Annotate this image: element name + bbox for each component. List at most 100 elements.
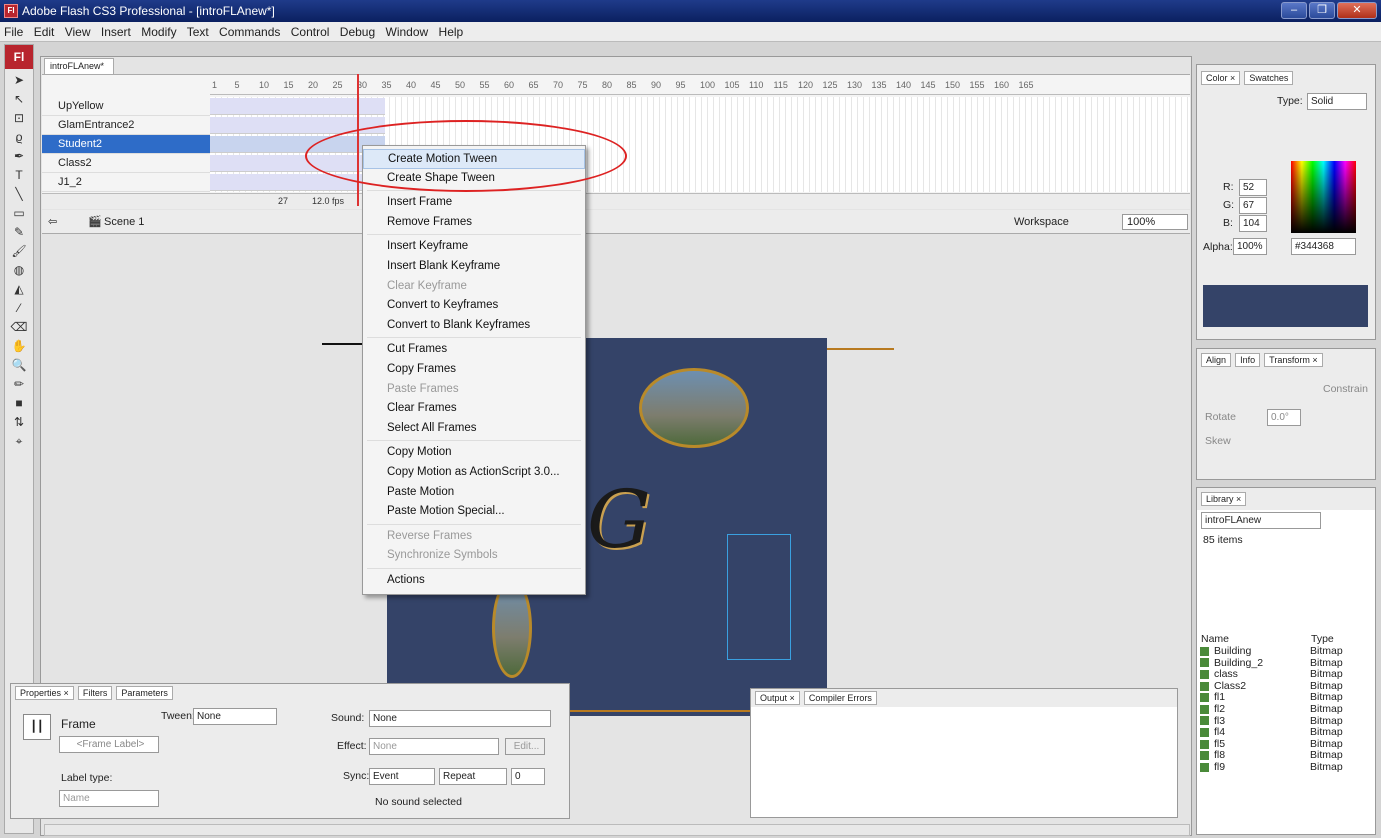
b-input[interactable]: 104 xyxy=(1239,215,1267,232)
alpha-input[interactable]: 100% xyxy=(1233,238,1267,255)
rotate-radio[interactable]: Rotate xyxy=(1205,411,1236,423)
tab-color[interactable]: Color × xyxy=(1201,71,1241,85)
pen-icon[interactable]: ✒ xyxy=(5,147,33,166)
tab-properties[interactable]: Properties × xyxy=(15,686,74,700)
col-type[interactable]: Type xyxy=(1311,633,1334,645)
menu-control[interactable]: Control xyxy=(291,25,330,39)
workspace-menu[interactable]: Workspace xyxy=(1014,210,1069,234)
back-icon[interactable]: ⇦ xyxy=(48,210,57,234)
menu-text[interactable]: Text xyxy=(187,25,209,39)
restore-button[interactable]: ❐ xyxy=(1309,2,1335,19)
context-menu-item[interactable]: Actions xyxy=(363,571,585,591)
subselect-icon[interactable]: ↖ xyxy=(5,90,33,109)
hand-icon[interactable]: ✋ xyxy=(5,337,33,356)
library-item[interactable]: fl9 Bitmap xyxy=(1198,761,1368,774)
edit-button[interactable]: Edit... xyxy=(505,738,545,755)
frame-label-input[interactable]: <Frame Label> xyxy=(59,736,159,753)
document-tab[interactable]: introFLAnew* xyxy=(44,58,114,74)
context-menu-item[interactable]: Remove Frames xyxy=(363,213,585,233)
menu-edit[interactable]: Edit xyxy=(34,25,55,39)
pencil-icon[interactable]: ✎ xyxy=(5,223,33,242)
rectangle-icon[interactable]: ▭ xyxy=(5,204,33,223)
tab-transform[interactable]: Transform × xyxy=(1264,353,1323,367)
zoom-icon[interactable]: 🔍 xyxy=(5,356,33,375)
context-menu-item[interactable]: Insert Keyframe xyxy=(363,237,585,257)
context-menu-item[interactable]: Insert Blank Keyframe xyxy=(363,257,585,277)
scene-name[interactable]: Scene 1 xyxy=(104,210,144,234)
color-spectrum[interactable] xyxy=(1291,161,1356,233)
context-menu-item[interactable]: Select All Frames xyxy=(363,419,585,439)
menu-help[interactable]: Help xyxy=(439,25,464,39)
context-menu-item[interactable]: Copy Motion as ActionScript 3.0... xyxy=(363,463,585,483)
r-input[interactable]: 52 xyxy=(1239,179,1267,196)
tab-info[interactable]: Info xyxy=(1235,353,1261,367)
tab-library[interactable]: Library × xyxy=(1201,492,1247,506)
menu-window[interactable]: Window xyxy=(386,25,429,39)
tab-filters[interactable]: Filters xyxy=(77,686,113,700)
effect-select[interactable]: None xyxy=(369,738,499,755)
sync-select[interactable]: Event xyxy=(369,768,435,785)
ruler-tick: 65 xyxy=(528,80,539,90)
stroke-color-icon[interactable]: ✏ xyxy=(5,375,33,394)
layer-j1-2[interactable]: J1_2 xyxy=(42,173,210,192)
context-menu-item[interactable]: Paste Motion xyxy=(363,483,585,503)
layer-class2[interactable]: Class2 xyxy=(42,154,210,173)
eyedropper-icon[interactable]: ⁄ xyxy=(5,299,33,318)
arrow-icon[interactable]: ➤ xyxy=(5,71,33,90)
hex-input[interactable]: #344368 xyxy=(1291,238,1356,255)
context-menu-item[interactable]: Convert to Keyframes xyxy=(363,296,585,316)
building-photo[interactable] xyxy=(639,368,749,448)
minimize-button[interactable]: – xyxy=(1281,2,1307,19)
swap-colors-icon[interactable]: ⇅ xyxy=(5,413,33,432)
context-menu-item[interactable]: Copy Frames xyxy=(363,360,585,380)
constrain-checkbox[interactable]: Constrain xyxy=(1323,383,1368,395)
context-menu-item[interactable]: Convert to Blank Keyframes xyxy=(363,316,585,336)
context-menu-item[interactable]: Clear Frames xyxy=(363,399,585,419)
context-menu-item[interactable]: Paste Motion Special... xyxy=(363,502,585,522)
menu-debug[interactable]: Debug xyxy=(340,25,375,39)
tab-swatches[interactable]: Swatches xyxy=(1244,71,1294,85)
tab-align[interactable]: Align xyxy=(1201,353,1232,367)
snap-icon[interactable]: ⌖ xyxy=(5,432,33,451)
menu-commands[interactable]: Commands xyxy=(219,25,280,39)
layer-upyellow[interactable]: UpYellow xyxy=(42,97,210,116)
fill-color-icon[interactable]: ■ xyxy=(5,394,33,413)
menu-view[interactable]: View xyxy=(65,25,91,39)
paint-bucket-icon[interactable]: ◭ xyxy=(5,280,33,299)
repeat-select[interactable]: Repeat xyxy=(439,768,507,785)
horizontal-scrollbar[interactable] xyxy=(44,824,1190,836)
tab-output[interactable]: Output × xyxy=(755,691,800,705)
repeat-count[interactable]: 0 xyxy=(511,768,545,785)
ink-bottle-icon[interactable]: ◍ xyxy=(5,261,33,280)
logo-g[interactable]: G xyxy=(587,473,651,566)
lasso-icon[interactable]: ϱ xyxy=(5,128,33,147)
tween-select[interactable]: None xyxy=(193,708,277,725)
menu-modify[interactable]: Modify xyxy=(141,25,176,39)
text-icon[interactable]: T xyxy=(5,166,33,185)
type-select[interactable]: Solid xyxy=(1307,93,1367,110)
context-menu-item[interactable]: Cut Frames xyxy=(363,340,585,360)
line-icon[interactable]: ╲ xyxy=(5,185,33,204)
library-select[interactable]: introFLAnew xyxy=(1201,512,1321,529)
context-menu-item[interactable]: Insert Frame xyxy=(363,193,585,213)
brush-icon[interactable]: 🖌 xyxy=(5,242,33,261)
eraser-icon[interactable]: ⌫ xyxy=(5,318,33,337)
context-menu-item[interactable]: Copy Motion xyxy=(363,443,585,463)
library-item-name: class xyxy=(1214,668,1238,681)
menu-file[interactable]: File xyxy=(4,25,23,39)
selected-symbol[interactable] xyxy=(727,534,791,660)
skew-radio[interactable]: Skew xyxy=(1205,435,1231,447)
col-name[interactable]: Name xyxy=(1201,633,1229,645)
sound-select[interactable]: None xyxy=(369,710,551,727)
close-button[interactable]: ✕ xyxy=(1337,2,1377,19)
label-type-select[interactable]: Name xyxy=(59,790,159,807)
zoom-field[interactable]: 100% xyxy=(1122,214,1188,230)
layer-glamentrance2[interactable]: GlamEntrance2 xyxy=(42,116,210,135)
layer-student2[interactable]: Student2 xyxy=(42,135,210,154)
free-transform-icon[interactable]: ⊡ xyxy=(5,109,33,128)
rotate-input[interactable]: 0.0° xyxy=(1267,409,1301,426)
tab-parameters[interactable]: Parameters xyxy=(116,686,173,700)
g-input[interactable]: 67 xyxy=(1239,197,1267,214)
tab-compiler-errors[interactable]: Compiler Errors xyxy=(803,691,877,705)
menu-insert[interactable]: Insert xyxy=(101,25,131,39)
